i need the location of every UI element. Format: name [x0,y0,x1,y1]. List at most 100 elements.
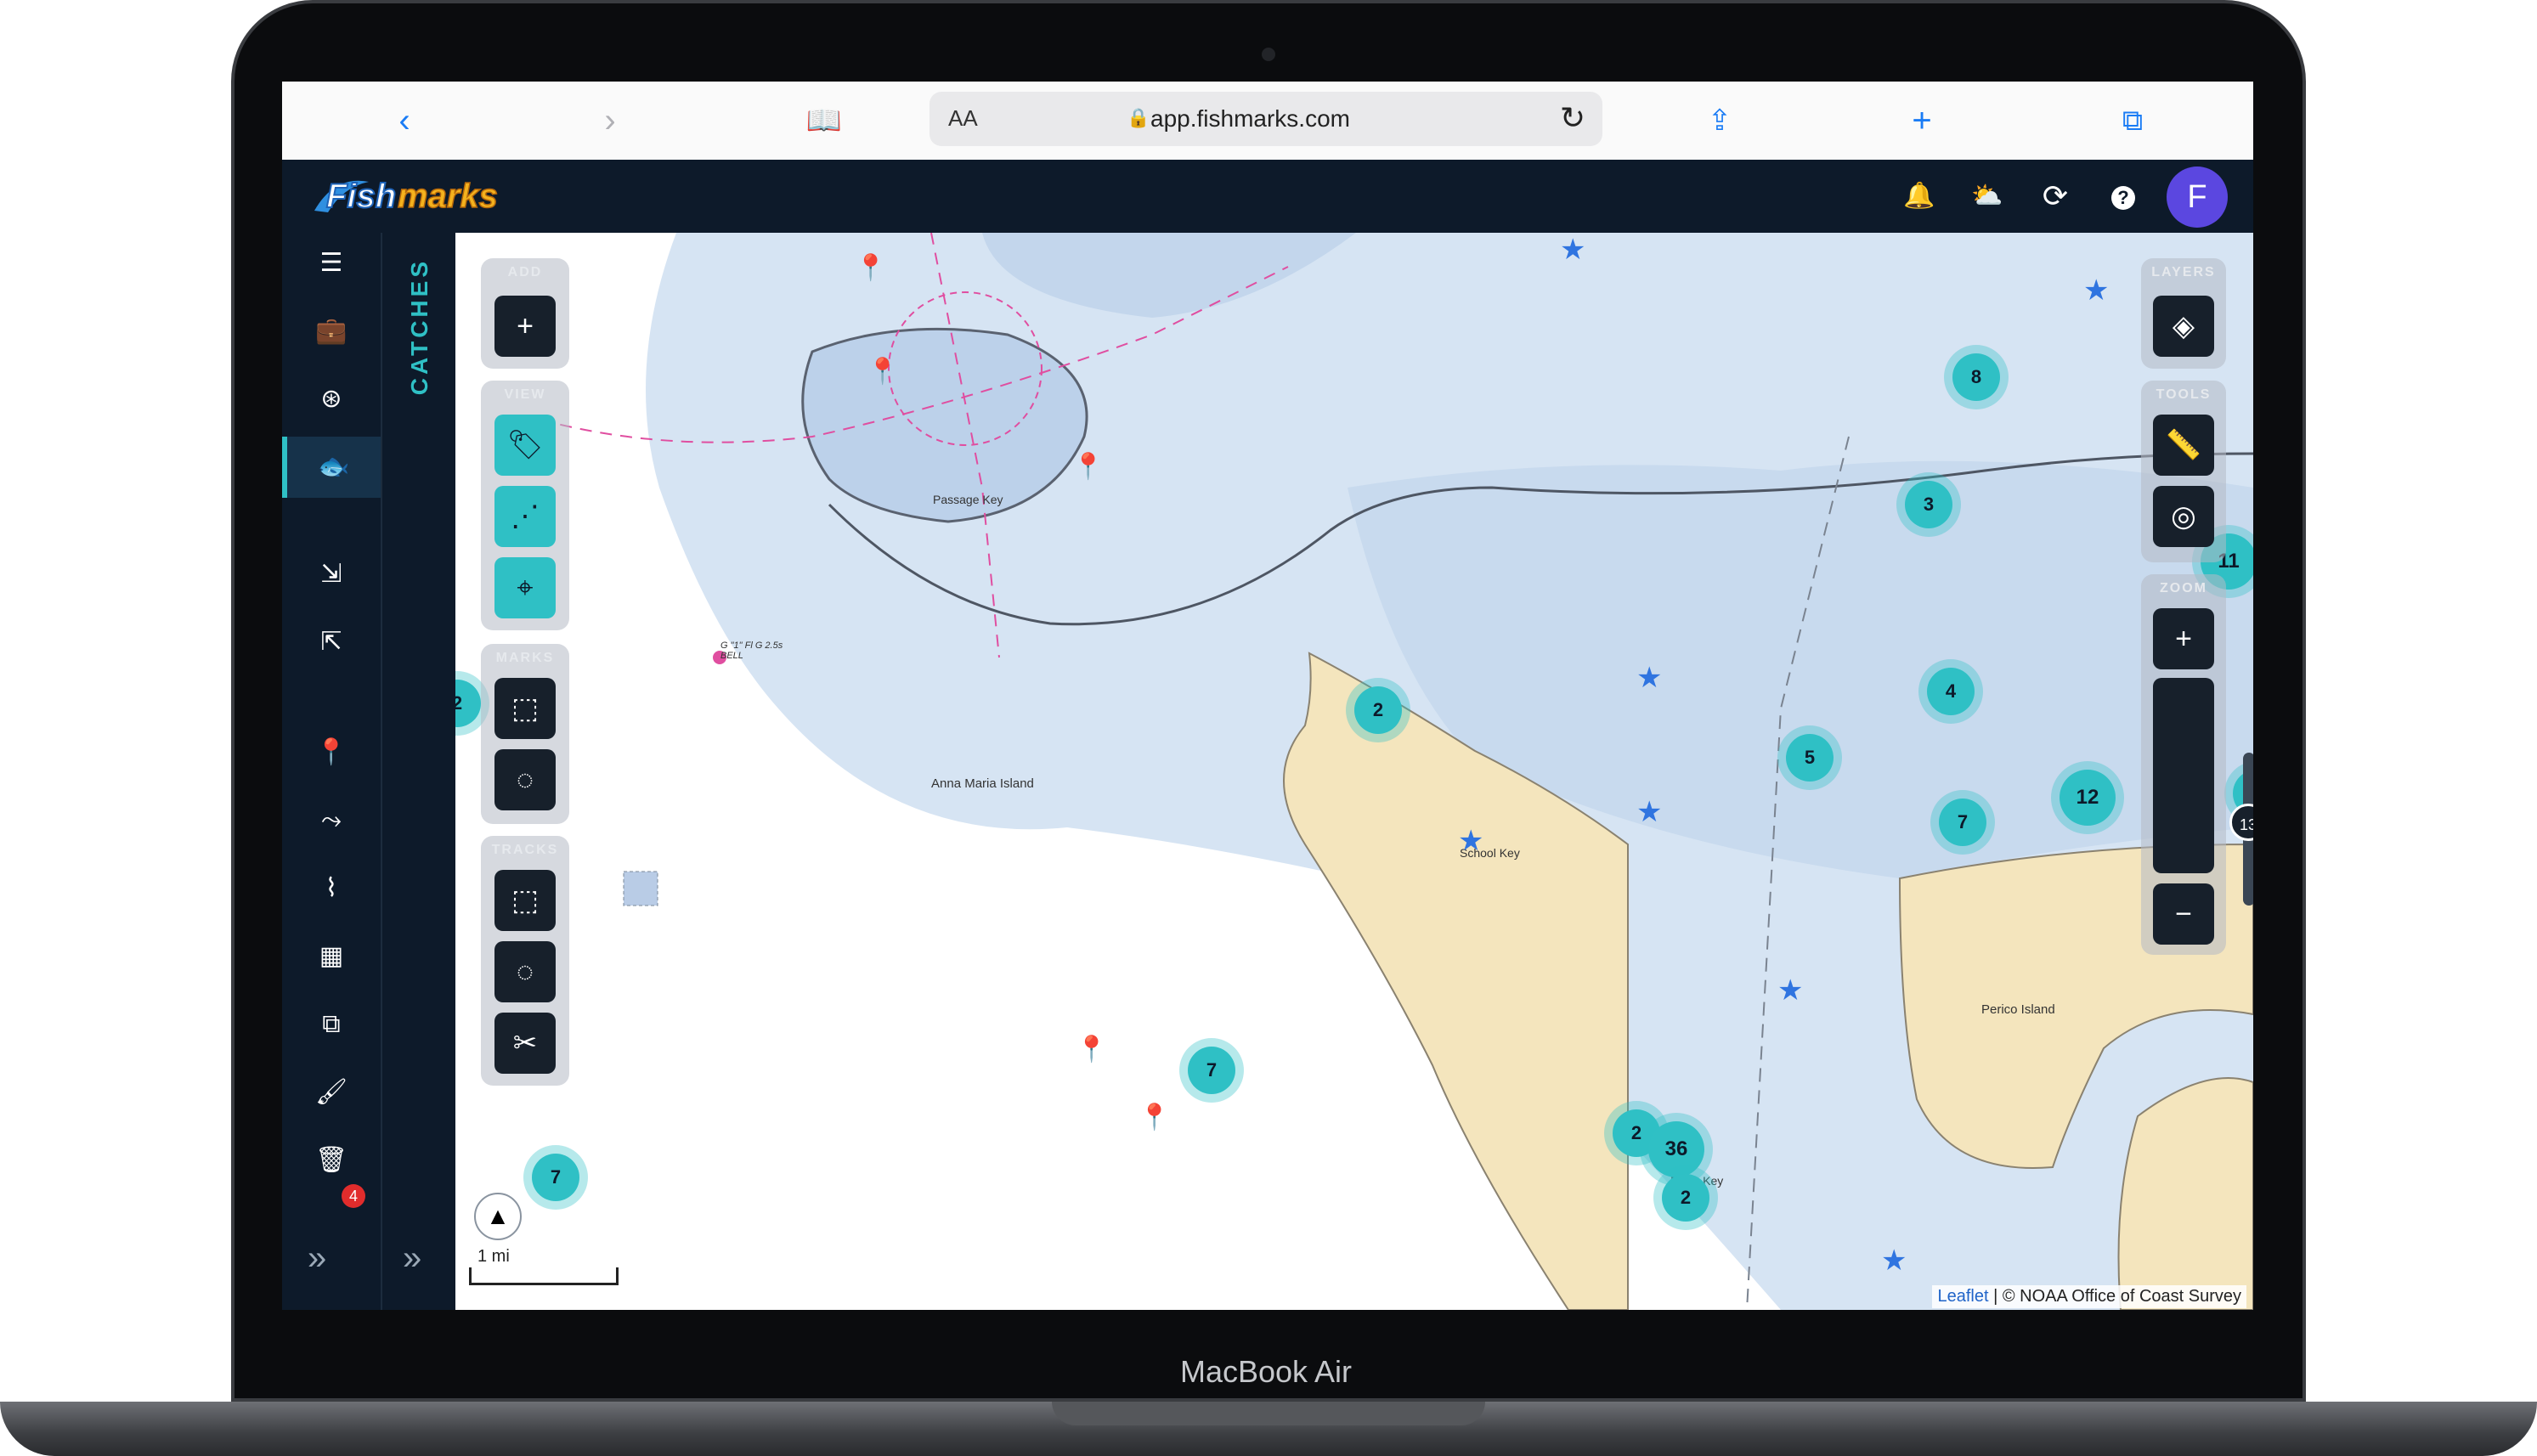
screen: ‹ › 📖 AA 🔒 app.fishmarks.com ↻ ⇪ + ⧉ Fis… [282,82,2253,1310]
share-icon[interactable]: ⇪ [1698,99,1742,143]
add-tool-group: ADD + [481,258,569,369]
pin-icon[interactable]: 📍 [282,722,381,783]
help-icon[interactable]: ? [2105,178,2141,214]
catches-panel-title[interactable]: CATCHES [406,258,432,395]
briefcase-icon[interactable]: 💼 [282,301,381,362]
star-icon[interactable]: ★ [1560,233,1585,267]
fishmarks-logo[interactable]: Fish marks [309,170,530,223]
new-tab-icon[interactable]: + [1900,99,1944,143]
locate-icon[interactable]: ◎ [2153,486,2214,547]
forward-icon[interactable]: › [588,99,632,143]
laptop-hinge-notch [1052,1402,1485,1425]
track-icon[interactable]: ⌇ [282,858,381,919]
cluster-marker[interactable]: 4 [1927,668,1975,715]
map[interactable]: G "1" Fl G 2.5s BELL Anna Maria Island P… [455,233,2253,1310]
lasso-icon[interactable]: ◌ [494,749,556,810]
url-text[interactable]: app.fishmarks.com [1150,105,1350,133]
browser-toolbar: ‹ › 📖 AA 🔒 app.fishmarks.com ↻ ⇪ + ⧉ [282,82,2253,161]
lifebuoy-icon[interactable]: ⊛ [282,369,381,430]
lasso-icon[interactable]: ◌ [494,941,556,1002]
bookmarks-icon[interactable]: 📖 [802,99,846,143]
tools-tool-group: TOOLS 📏 ◎ [2141,381,2226,562]
zoom-in-icon[interactable]: + [2153,608,2214,669]
address-bar[interactable]: AA 🔒 app.fishmarks.com ↻ [929,92,1602,146]
attribution-text: | © NOAA Office of Coast Survey [1993,1287,2241,1306]
tracks-group-title: TRACKS [491,843,559,857]
weather-icon[interactable]: ⛅ [1969,178,2005,214]
marks-tool-group: MARKS ⬚ ◌ [481,644,569,824]
place-label-perico-island: Perico Island [1981,1002,2055,1017]
cluster-marker[interactable]: 7 [1939,799,1986,846]
layers-group-title: LAYERS [2151,265,2216,279]
tracks-tool-group: TRACKS ⬚ ◌ ✂ [481,836,569,1086]
fish-icon[interactable]: 🐟 [282,437,381,498]
list-icon[interactable]: ☰ [282,233,381,294]
tabs-icon[interactable]: ⧉ [2110,99,2155,143]
expand-nav-icon[interactable]: » [308,1239,326,1278]
star-icon[interactable]: ★ [1777,973,1803,1007]
lock-icon: 🔒 [1127,107,1150,128]
star-icon[interactable]: ★ [1636,795,1662,829]
wreck-area [623,871,658,906]
bell-icon[interactable]: 🔔 [1901,178,1937,214]
pin-icon[interactable]: 📍 [855,253,886,283]
back-icon[interactable]: ‹ [382,99,427,143]
view-group-title: VIEW [504,387,546,402]
pin-icon[interactable]: 📍 [1139,1103,1170,1132]
trash-icon[interactable]: 🗑 [282,1130,381,1191]
add-icon[interactable]: + [494,296,556,357]
pin-icon[interactable]: 📍 [867,357,898,387]
marks-group-title: MARKS [495,651,555,665]
layers-icon[interactable]: ◈ [2153,296,2214,357]
logo-text-fish: Fish [326,178,396,215]
reload-icon[interactable]: ↻ [1560,100,1585,136]
star-icon[interactable]: ★ [1458,824,1483,858]
copy-icon[interactable]: ⧉ [282,994,381,1055]
place-label-anna-maria: Anna Maria Island [931,776,1034,791]
avatar[interactable]: F [2167,166,2228,228]
rectangle-select-icon[interactable]: ⬚ [494,678,556,739]
brush-icon[interactable]: 🖌 [282,1062,381,1123]
catches-panel: CATCHES » [381,233,455,1310]
star-icon[interactable]: ★ [2083,274,2109,308]
sync-icon[interactable]: ⟳ [2037,178,2073,214]
star-icon[interactable]: ★ [1881,1244,1907,1278]
cluster-marker[interactable]: 2 [1354,686,1402,734]
cluster-marker[interactable]: 5 [1786,734,1834,782]
zoom-out-icon[interactable]: − [2153,883,2214,945]
cluster-marker[interactable]: 12 [2060,770,2116,826]
export-icon[interactable]: ⇱ [282,612,381,673]
cluster-marker[interactable]: 7 [1188,1047,1235,1094]
expand-panel-icon[interactable]: » [403,1239,421,1278]
star-icon[interactable]: ★ [1636,661,1662,695]
view-tool-group: VIEW 🏷 ⋰ ⌖ [481,381,569,630]
cluster-marker[interactable]: 2 [1662,1174,1709,1222]
place-label-passage-key: Passage Key [933,493,1003,506]
zoom-group-title: ZOOM [2160,581,2207,595]
trash-count-badge: 4 [342,1184,365,1208]
ruler-icon[interactable]: 📏 [2153,415,2214,476]
add-group-title: ADD [507,265,543,279]
pin-icon[interactable]: 📍 [1072,452,1104,482]
leaflet-link[interactable]: Leaflet [1937,1287,1988,1306]
route-icon[interactable]: ⤳ [282,790,381,851]
cluster-marker[interactable]: 36 [1648,1121,1704,1177]
pin-icon[interactable]: 📍 [1076,1035,1107,1064]
layers-tool-group: LAYERS ◈ [2141,258,2226,369]
connect-icon[interactable]: ⋰ [494,486,556,547]
logo-text-marks: marks [398,178,498,215]
tag-icon[interactable]: 🏷 [494,415,556,476]
cluster-marker[interactable]: 8 [1952,353,2000,401]
grid-icon[interactable]: ▦ [282,926,381,987]
text-size-button[interactable]: AA [948,105,978,132]
crosshair-icon[interactable]: ⌖ [494,557,556,618]
sidebar-nav: ☰ 💼 ⊛ 🐟 ⇲ ⇱ 📍 ⤳ ⌇ ▦ ⧉ 🖌 🗑 4 » [282,233,381,1310]
app-header: Fish marks 🔔 ⛅ ⟳ ? F [282,160,2253,233]
scissors-icon[interactable]: ✂ [494,1013,556,1074]
compass-icon[interactable]: ▲ [474,1193,522,1240]
tools-group-title: TOOLS [2156,387,2212,402]
import-icon[interactable]: ⇲ [282,544,381,605]
cluster-marker[interactable]: 7 [532,1154,579,1201]
rectangle-select-icon[interactable]: ⬚ [494,870,556,931]
cluster-marker[interactable]: 3 [1905,481,1952,528]
